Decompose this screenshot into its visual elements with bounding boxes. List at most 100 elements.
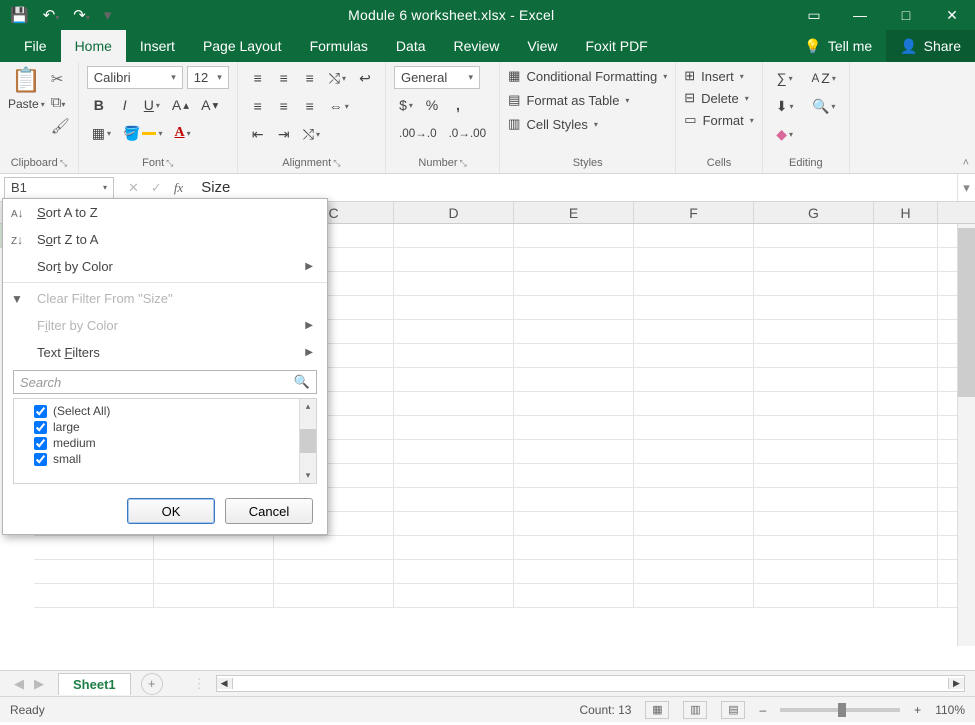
redo-icon[interactable]: ↷▾ bbox=[73, 6, 90, 24]
find-select-button[interactable]: 🔍▾ bbox=[807, 94, 841, 118]
dialog-launcher-icon[interactable]: ⤡ bbox=[166, 158, 173, 169]
cancel-formula-icon[interactable]: ✕ bbox=[128, 180, 139, 196]
cell-D1[interactable] bbox=[394, 224, 514, 247]
decrease-font-button[interactable]: A▾ bbox=[196, 93, 223, 117]
formula-input[interactable]: Size bbox=[193, 179, 957, 196]
filter-search-input[interactable]: Search🔍 bbox=[13, 370, 317, 394]
conditional-formatting-button[interactable]: ▦Conditional Formatting▾ bbox=[508, 66, 667, 86]
decrease-decimal-button[interactable]: .0→.00 bbox=[444, 121, 492, 145]
checklist-scrollbar[interactable]: ▴▾ bbox=[299, 399, 316, 483]
tell-me[interactable]: 💡Tell me bbox=[790, 30, 886, 62]
filter-item-select-all[interactable]: (Select All) bbox=[22, 403, 308, 419]
tab-file[interactable]: File bbox=[10, 30, 61, 62]
sort-by-color[interactable]: Sort by Color▶ bbox=[3, 253, 327, 280]
orientation-button[interactable]: ⤭▾ bbox=[324, 66, 351, 90]
col-header-H[interactable]: H bbox=[874, 202, 938, 223]
tab-formulas[interactable]: Formulas bbox=[296, 30, 382, 62]
comma-button[interactable]: , bbox=[446, 93, 470, 117]
italic-button[interactable]: I bbox=[113, 93, 137, 117]
bold-button[interactable]: B bbox=[87, 93, 111, 117]
increase-decimal-button[interactable]: .00→.0 bbox=[394, 121, 442, 145]
name-box[interactable]: B1▾ bbox=[4, 177, 114, 199]
tab-data[interactable]: Data bbox=[382, 30, 440, 62]
text-filters[interactable]: Text Filters▶ bbox=[3, 339, 327, 366]
cancel-button[interactable]: Cancel bbox=[225, 498, 313, 524]
sort-filter-button[interactable]: AZ▾ bbox=[807, 66, 841, 90]
tab-foxit-pdf[interactable]: Foxit PDF bbox=[572, 30, 662, 62]
tab-review[interactable]: Review bbox=[440, 30, 514, 62]
fill-button[interactable]: ⬇▾ bbox=[771, 94, 799, 118]
ribbon-display-icon[interactable]: ▭ bbox=[791, 7, 837, 24]
align-top-button[interactable]: ≡ bbox=[246, 66, 270, 90]
qat-customize-icon[interactable]: ▾ bbox=[104, 6, 112, 24]
col-header-E[interactable]: E bbox=[514, 202, 634, 223]
borders-button[interactable]: ▦▾ bbox=[87, 121, 116, 145]
wrap-text-button[interactable]: ↩ bbox=[353, 66, 377, 90]
format-as-table-button[interactable]: ▤Format as Table▾ bbox=[508, 90, 629, 110]
decrease-indent-button[interactable]: ⇤ bbox=[246, 122, 270, 146]
cell-F1[interactable] bbox=[634, 224, 754, 247]
insert-cells-button[interactable]: ⊞Insert▾ bbox=[684, 66, 743, 86]
number-format-combo[interactable]: General▾ bbox=[394, 66, 480, 89]
share-button[interactable]: 👤Share bbox=[886, 30, 975, 62]
align-left-button[interactable]: ≡ bbox=[246, 94, 270, 118]
vertical-scrollbar[interactable] bbox=[957, 224, 975, 646]
sort-z-to-a[interactable]: Z↓Sort Z to A bbox=[3, 226, 327, 253]
filter-item-large[interactable]: large bbox=[22, 419, 308, 435]
font-size-combo[interactable]: 12▾ bbox=[187, 66, 229, 89]
page-break-view-icon[interactable]: ▤ bbox=[721, 701, 745, 719]
close-icon[interactable]: ✕ bbox=[929, 7, 975, 24]
cell-G1[interactable] bbox=[754, 224, 874, 247]
align-right-button[interactable]: ≡ bbox=[298, 94, 322, 118]
minimize-icon[interactable]: — bbox=[837, 7, 883, 23]
percent-button[interactable]: % bbox=[420, 93, 444, 117]
normal-view-icon[interactable]: ▦ bbox=[645, 701, 669, 719]
zoom-slider[interactable] bbox=[780, 708, 900, 712]
autosum-button[interactable]: ∑▾ bbox=[771, 66, 799, 90]
prev-sheet-icon[interactable]: ◀ bbox=[14, 676, 24, 692]
page-layout-view-icon[interactable]: ▥ bbox=[683, 701, 707, 719]
zoom-level[interactable]: 110% bbox=[935, 703, 965, 717]
dialog-launcher-icon[interactable]: ⤡ bbox=[60, 158, 67, 169]
copy-icon[interactable]: ⧉▾ bbox=[51, 94, 70, 111]
save-icon[interactable]: 💾 bbox=[10, 6, 29, 24]
filter-item-medium[interactable]: medium bbox=[22, 435, 308, 451]
enter-formula-icon[interactable]: ✓ bbox=[151, 180, 162, 196]
orientation-alt-button[interactable]: ⤭▾ bbox=[298, 122, 325, 146]
new-sheet-button[interactable]: + bbox=[141, 673, 163, 695]
maximize-icon[interactable]: □ bbox=[883, 7, 929, 23]
increase-indent-button[interactable]: ⇥ bbox=[272, 122, 296, 146]
expand-formula-bar-icon[interactable]: ▾ bbox=[957, 174, 975, 201]
font-name-combo[interactable]: Calibri▾ bbox=[87, 66, 183, 89]
format-cells-button[interactable]: ▭Format▾ bbox=[684, 110, 753, 130]
fx-icon[interactable]: fx bbox=[174, 180, 183, 196]
underline-button[interactable]: U▾ bbox=[139, 93, 165, 117]
increase-font-button[interactable]: A▴ bbox=[167, 93, 194, 117]
cut-icon[interactable]: ✂ bbox=[51, 70, 70, 88]
fill-color-button[interactable]: 🪣▾ bbox=[118, 121, 167, 145]
zoom-in-button[interactable]: + bbox=[914, 703, 921, 717]
format-painter-icon[interactable]: 🖌 bbox=[51, 117, 70, 135]
filter-item-small[interactable]: small bbox=[22, 451, 308, 467]
clear-button[interactable]: ◆▾ bbox=[771, 122, 799, 146]
col-header-G[interactable]: G bbox=[754, 202, 874, 223]
cell-styles-button[interactable]: ▥Cell Styles▾ bbox=[508, 114, 598, 134]
tab-insert[interactable]: Insert bbox=[126, 30, 189, 62]
align-middle-button[interactable]: ≡ bbox=[272, 66, 296, 90]
dialog-launcher-icon[interactable]: ⤡ bbox=[333, 158, 340, 169]
zoom-out-button[interactable]: – bbox=[759, 703, 766, 717]
tab-home[interactable]: Home bbox=[61, 30, 126, 62]
cell-E1[interactable] bbox=[514, 224, 634, 247]
font-color-button[interactable]: A▾ bbox=[169, 121, 195, 145]
undo-icon[interactable]: ↶▾ bbox=[43, 6, 60, 24]
delete-cells-button[interactable]: ⊟Delete▾ bbox=[684, 88, 749, 108]
horizontal-scrollbar[interactable]: ◀▶ bbox=[216, 675, 965, 692]
tab-page-layout[interactable]: Page Layout bbox=[189, 30, 296, 62]
align-center-button[interactable]: ≡ bbox=[272, 94, 296, 118]
sheet-tab-sheet1[interactable]: Sheet1 bbox=[58, 673, 131, 695]
tab-view[interactable]: View bbox=[513, 30, 571, 62]
col-header-F[interactable]: F bbox=[634, 202, 754, 223]
ok-button[interactable]: OK bbox=[127, 498, 215, 524]
col-header-D[interactable]: D bbox=[394, 202, 514, 223]
collapse-ribbon-icon[interactable]: ˄ bbox=[963, 157, 969, 169]
